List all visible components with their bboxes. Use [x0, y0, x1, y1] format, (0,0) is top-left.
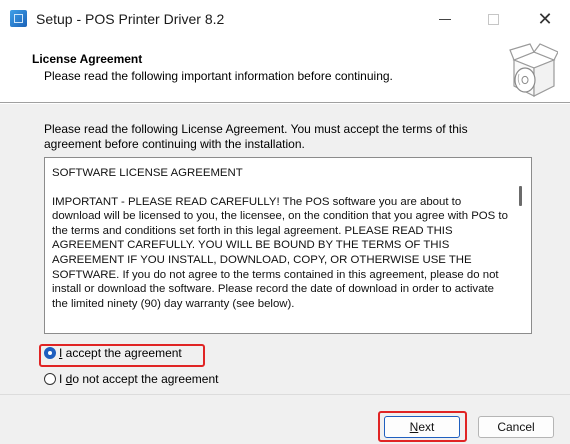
scrollbar-thumb[interactable]: [519, 186, 522, 206]
license-content: SOFTWARE LICENSE AGREEMENT IMPORTANT - P…: [52, 166, 508, 311]
license-heading: SOFTWARE LICENSE AGREEMENT: [52, 167, 243, 179]
wizard-header: License Agreement Please read the follow…: [0, 38, 570, 102]
wizard-footer: Next Cancel: [0, 395, 570, 444]
close-button[interactable]: ✕: [522, 0, 568, 38]
page-subtitle: Please read the following important info…: [44, 69, 393, 83]
instruction-text: Please read the following License Agreem…: [44, 122, 468, 151]
accept-agreement-option[interactable]: I accept the agreement: [44, 346, 182, 360]
next-button[interactable]: Next: [384, 416, 460, 438]
close-icon: ✕: [537, 8, 553, 29]
minimize-button[interactable]: [422, 0, 468, 38]
setup-app-icon: [10, 10, 27, 27]
minimize-icon: [439, 18, 451, 20]
software-box-cd-icon: [509, 43, 558, 97]
maximize-button[interactable]: [470, 0, 516, 38]
radio-unselected-icon[interactable]: [44, 373, 56, 385]
decline-agreement-label: I do not accept the agreement: [59, 372, 219, 386]
license-text-area[interactable]: SOFTWARE LICENSE AGREEMENT IMPORTANT - P…: [44, 157, 532, 334]
license-body: IMPORTANT - PLEASE READ CAREFULLY! The P…: [52, 195, 508, 310]
cancel-button[interactable]: Cancel: [478, 416, 554, 438]
window-title: Setup - POS Printer Driver 8.2: [36, 11, 225, 27]
wizard-body: Please read the following License Agreem…: [0, 104, 570, 394]
accept-agreement-label: I accept the agreement: [59, 346, 182, 360]
title-bar: Setup - POS Printer Driver 8.2 ✕: [0, 0, 570, 38]
decline-agreement-option[interactable]: I do not accept the agreement: [44, 372, 218, 386]
page-title: License Agreement: [32, 52, 143, 66]
maximize-icon: [487, 13, 499, 25]
radio-selected-icon[interactable]: [44, 347, 56, 359]
